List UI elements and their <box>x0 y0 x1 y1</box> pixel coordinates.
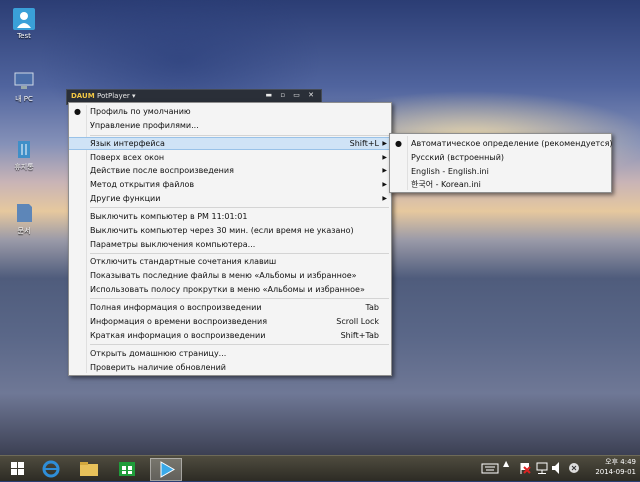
desktop-icon-recycle-bin[interactable]: 휴지통 <box>7 138 41 172</box>
menu-item-shortcut: Tab <box>365 303 379 312</box>
menu-item-label: Проверить наличие обновлений <box>90 363 226 372</box>
taskbar-ie-button[interactable] <box>36 458 66 479</box>
menu-item-label: Использовать полосу прокрутки в меню «Ал… <box>90 285 365 294</box>
menu-item-label: Другие функции <box>90 194 161 203</box>
menu-item-label: Отключить стандартные сочетания клавиш <box>90 257 277 266</box>
menu-item-shortcut: Scroll Lock <box>336 317 379 326</box>
menu-item-label: Параметры выключения компьютера... <box>90 240 256 249</box>
menu-item-shutdown-options[interactable]: Параметры выключения компьютера... <box>69 238 391 251</box>
menu-item-label: Автоматическое определение (рекомендуетс… <box>411 139 613 148</box>
menu-item-label: Информация о времени воспроизведения <box>90 317 268 326</box>
menu-item-default-profile[interactable]: ● Профиль по умолчанию <box>69 105 391 118</box>
menu-separator <box>90 253 389 254</box>
menu-item-manage-profiles[interactable]: Управление профилями... <box>69 119 391 132</box>
taskbar-potplayer-button[interactable] <box>150 458 182 481</box>
menu-item-file-open-method[interactable]: Метод открытия файлов ▶ <box>69 178 391 191</box>
menu-item-interface-language[interactable]: Язык интерфейса Shift+L ▶ <box>69 137 391 150</box>
menu-item-label: Русский (встроенный) <box>411 153 505 162</box>
menu-item-label: Полная информация о воспроизведении <box>90 303 262 312</box>
menu-item-label: Метод открытия файлов <box>90 180 195 189</box>
menu-item-language-russian[interactable]: Русский (встроенный) <box>390 151 611 164</box>
menu-item-label: Краткая информация о воспроизведении <box>90 331 266 340</box>
action-center-flag-icon[interactable] <box>518 459 532 477</box>
submenu-arrow-icon: ▶ <box>382 195 387 202</box>
close-circle-icon[interactable] <box>567 459 581 477</box>
menu-item-language-english[interactable]: English - English.ini <box>390 165 611 178</box>
clock-date: 2014-09-01 <box>595 468 636 476</box>
taskbar-store-button[interactable] <box>112 458 142 479</box>
chevron-up-icon[interactable]: ▲ <box>503 459 509 477</box>
windows-logo-icon <box>11 462 24 475</box>
menu-item-label: Показывать последние файлы в меню «Альбо… <box>90 271 357 280</box>
menu-separator <box>90 207 389 208</box>
menu-item-full-info[interactable]: Полная информация о воспроизведении Tab <box>69 301 391 314</box>
menu-item-label: Поверх всех окон <box>90 153 165 162</box>
volume-icon[interactable] <box>550 459 564 477</box>
potplayer-logo: DAUM <box>71 92 95 100</box>
submenu-arrow-icon: ▶ <box>382 140 387 147</box>
menu-separator <box>90 135 389 136</box>
menu-item-label: Управление профилями... <box>90 121 199 130</box>
internet-explorer-icon <box>42 460 60 478</box>
menu-item-label: Язык интерфейса <box>90 139 165 148</box>
menu-item-brief-info[interactable]: Краткая информация о воспроизведении Shi… <box>69 329 391 342</box>
menu-item-label: English - English.ini <box>411 167 489 176</box>
menu-item-label: Профиль по умолчанию <box>90 107 191 116</box>
menu-item-shortcut: Shift+L <box>349 139 379 148</box>
menu-item-language-korean[interactable]: 한국어 - Korean.ini <box>390 178 611 191</box>
document-icon <box>13 202 35 224</box>
taskbar-clock[interactable]: 오후 4:49 2014-09-01 <box>595 457 636 477</box>
desktop-icon-label: 문서 <box>17 227 31 235</box>
user-icon <box>13 8 35 30</box>
menu-item-label: Выключить компьютер в PM 11:01:01 <box>90 212 248 221</box>
submenu-arrow-icon: ▶ <box>382 167 387 174</box>
submenu-arrow-icon: ▶ <box>382 154 387 161</box>
desktop-icon-label: 내 PC <box>15 95 33 103</box>
window-controls[interactable]: ▬ ▫ ▭ ✕ <box>265 91 317 99</box>
recycle-bin-icon <box>13 138 35 160</box>
context-menu-main: ● Профиль по умолчанию Управление профил… <box>68 102 392 376</box>
computer-icon <box>13 70 35 92</box>
menu-item-time-info[interactable]: Информация о времени воспроизведения Scr… <box>69 315 391 328</box>
desktop-icon-test[interactable]: Test <box>7 8 41 40</box>
desktop-icon-this-pc[interactable]: 내 PC <box>7 70 41 104</box>
player-title[interactable]: PotPlayer ▾ <box>97 92 136 100</box>
menu-item-show-recent-files[interactable]: Показывать последние файлы в меню «Альбо… <box>69 269 391 282</box>
network-icon[interactable] <box>535 459 549 477</box>
store-icon <box>119 462 135 476</box>
desktop-icon-label: Test <box>17 32 31 40</box>
desktop-icon-label: 휴지통 <box>14 163 34 171</box>
menu-item-other-functions[interactable]: Другие функции ▶ <box>69 192 391 205</box>
menu-item-open-homepage[interactable]: Открыть домашнюю страницу... <box>69 347 391 360</box>
desktop-icon-documents[interactable]: 문서 <box>7 202 41 236</box>
submenu-arrow-icon: ▶ <box>382 181 387 188</box>
menu-item-shutdown-after[interactable]: Выключить компьютер через 30 мин. (если … <box>69 224 391 237</box>
radio-dot-icon: ● <box>74 107 81 116</box>
menu-item-shutdown-at[interactable]: Выключить компьютер в PM 11:01:01 <box>69 210 391 223</box>
play-icon <box>160 461 176 478</box>
menu-item-after-playback[interactable]: Действие после воспроизведения ▶ <box>69 164 391 177</box>
menu-item-label: Выключить компьютер через 30 мин. (если … <box>90 226 354 235</box>
menu-item-label: 한국어 - Korean.ini <box>411 180 481 189</box>
menu-item-use-scrollbar[interactable]: Использовать полосу прокрутки в меню «Ал… <box>69 283 391 296</box>
menu-item-disable-shortcuts[interactable]: Отключить стандартные сочетания клавиш <box>69 255 391 268</box>
clock-time: 오후 4:49 <box>605 458 636 466</box>
menu-separator <box>90 298 389 299</box>
radio-dot-icon: ● <box>395 139 402 148</box>
menu-item-shortcut: Shift+Tab <box>340 331 379 340</box>
menu-item-always-on-top[interactable]: Поверх всех окон ▶ <box>69 151 391 164</box>
menu-separator <box>90 344 389 345</box>
taskbar-explorer-button[interactable] <box>74 458 104 479</box>
taskbar: ▲ 오후 4:49 2014-09-01 <box>0 455 640 481</box>
menu-item-label: Действие после воспроизведения <box>90 166 234 175</box>
menu-item-language-auto[interactable]: ● Автоматическое определение (рекомендуе… <box>390 137 613 150</box>
folder-icon <box>80 462 98 476</box>
context-menu-language: ● Автоматическое определение (рекомендуе… <box>389 133 613 193</box>
start-button[interactable] <box>3 458 33 479</box>
menu-item-check-updates[interactable]: Проверить наличие обновлений <box>69 361 391 374</box>
menu-item-label: Открыть домашнюю страницу... <box>90 349 227 358</box>
keyboard-icon[interactable] <box>481 459 499 477</box>
